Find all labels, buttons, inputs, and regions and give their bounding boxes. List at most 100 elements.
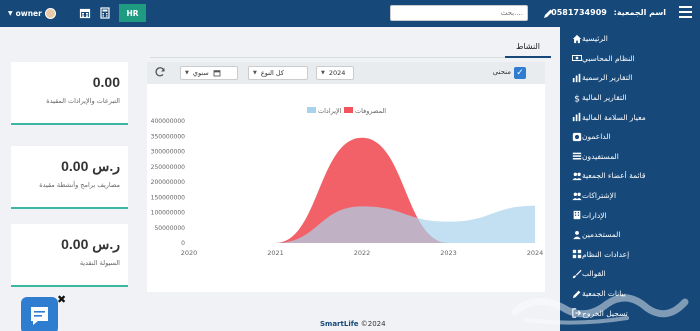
y-tick-label: 150000000 — [151, 194, 186, 201]
building-icon — [573, 210, 581, 220]
chat-widget-button[interactable] — [21, 297, 58, 331]
sidebar-item[interactable]: الإدارات — [560, 205, 700, 225]
y-tick-label: 50000000 — [154, 225, 185, 232]
dollar-icon: $ — [574, 93, 580, 103]
avatar — [44, 8, 56, 19]
sidebar-item[interactable]: الرئيسية — [560, 29, 700, 49]
y-tick-label: 100000000 — [151, 210, 186, 217]
footer: SmartLife ©2024 — [320, 320, 386, 328]
close-icon[interactable]: ✖ — [57, 293, 66, 306]
hamburger-menu-icon[interactable] — [679, 6, 692, 19]
footer-copyright: ©2024 — [360, 320, 386, 328]
sidebar-item-label: قائمة أعضاء الجمعية — [582, 171, 646, 181]
list-icon — [572, 153, 582, 160]
chevron-down-icon: ▼ — [8, 10, 13, 17]
curve-checkbox[interactable]: ✓ — [514, 67, 526, 79]
sidebar-item-label: النظام المحاسبي — [582, 53, 635, 63]
sidebar-item[interactable]: الداعمون — [560, 127, 700, 147]
active-tab-indicator — [505, 56, 551, 58]
association-phone: 0581734909 — [551, 8, 607, 17]
y-tick-label: 300000000 — [151, 149, 186, 156]
chat-icon — [31, 307, 48, 325]
stat-value: 0.00 ر.س — [61, 158, 120, 174]
sidebar-item-label: المستفيدون — [582, 151, 619, 161]
sidebar-item[interactable]: $ التقارير المالية — [560, 88, 700, 108]
search-input[interactable] — [390, 5, 528, 21]
period-value: سنوي — [192, 69, 209, 77]
stat-value: 0.00 — [92, 74, 120, 90]
legend-label: الإيرادات — [318, 107, 342, 115]
stat-card-restricted-expenses: 0.00 ر.س مصاريف برامج وأنشطة مقيدة — [11, 146, 128, 209]
stat-card-restricted-donations: 0.00 التبرعات والإيرادات المقيدة — [11, 62, 128, 125]
bar-chart-icon — [572, 113, 581, 122]
home-icon — [572, 34, 582, 43]
sidebar-item[interactable]: قائمة أعضاء الجمعية — [560, 166, 700, 186]
user-name: owner — [15, 9, 42, 18]
sidebar-item-label: التقارير المالية — [582, 93, 627, 103]
group-icon — [572, 192, 582, 200]
y-tick-label: 400000000 — [151, 118, 186, 125]
x-tick-label: 2022 — [354, 249, 371, 257]
y-tick-label: 0 — [181, 240, 185, 247]
association-info: اسم الجمعية: 0581734909 — [551, 8, 666, 17]
sidebar-item[interactable]: الإشتراكات — [560, 186, 700, 206]
stat-card-cash-liquidity: 0.00 ر.س السيولة النقدية — [11, 224, 128, 287]
stat-label: التبرعات والإيرادات المقيدة — [46, 97, 120, 105]
sidebar-item[interactable]: التقارير الرسمية — [560, 68, 700, 88]
stat-label: مصاريف برامج وأنشطة مقيدة — [39, 181, 120, 189]
sidebar-item-label: إعدادات النظام — [582, 249, 630, 259]
activity-chart: 0 50000000 100000000 150000000 200000000 2500… — [151, 107, 544, 257]
sidebar-item[interactable]: المستخدمين — [560, 225, 700, 245]
curve-label: منحنى — [492, 68, 511, 76]
sidebar-item-label: التقارير الرسمية — [582, 73, 633, 83]
type-value: كل النوع — [260, 69, 284, 77]
y-tick-label: 350000000 — [151, 133, 186, 140]
user-menu[interactable]: ▼ owner — [8, 8, 56, 19]
stat-label: السيولة النقدية — [79, 259, 120, 267]
settings-icon — [572, 250, 582, 259]
tab-activity[interactable]: النشاط — [505, 37, 551, 57]
hr-button[interactable]: HR — [119, 4, 146, 22]
sidebar-item-label: المستخدمين — [582, 230, 621, 240]
sidebar-item[interactable]: إعدادات النظام — [560, 245, 700, 265]
legend-label: المصروفات — [355, 107, 386, 115]
chart-toolbar: ▼ سنوي ▼ كل النوع ▼ 2024 منحنى ✓ — [147, 62, 545, 84]
bar-chart-icon — [572, 73, 581, 83]
y-tick-label: 250000000 — [151, 164, 186, 171]
top-bar: ▼ owner HR اسم الجمعية: 0581734909 — [0, 0, 700, 27]
support-icon — [572, 132, 582, 141]
year-select[interactable]: ▼ 2024 — [316, 66, 354, 80]
tab-divider — [150, 57, 550, 58]
sidebar-item[interactable]: معيار السلامة المالية — [560, 107, 700, 127]
sidebar-item-label: الداعمون — [582, 132, 611, 142]
users-icon — [573, 230, 581, 239]
group-icon — [572, 172, 582, 181]
sidebar-item[interactable]: النظام المحاسبي — [560, 49, 700, 69]
chevron-down-icon: ▼ — [321, 70, 325, 76]
legend-swatch — [344, 107, 353, 113]
sidebar-item-label: الإدارات — [582, 210, 607, 220]
year-value: 2024 — [328, 69, 346, 77]
calendar-icon[interactable] — [79, 7, 91, 19]
refresh-icon[interactable] — [154, 66, 166, 78]
legend-swatch — [307, 107, 316, 113]
money-icon — [572, 55, 582, 62]
footer-brand[interactable]: SmartLife — [320, 320, 359, 328]
series-area-revenues — [189, 205, 535, 243]
sidebar-item-label: الرئيسية — [582, 34, 608, 44]
sidebar-item[interactable]: القوالب — [560, 264, 700, 284]
calendar-icon — [213, 70, 221, 77]
x-tick-label: 2021 — [267, 249, 284, 257]
chevron-down-icon: ▼ — [185, 70, 189, 76]
x-tick-label: 2020 — [181, 249, 198, 257]
sidebar-item[interactable]: المستفيدون — [560, 147, 700, 167]
type-select[interactable]: ▼ كل النوع — [248, 66, 308, 80]
calculator-icon[interactable] — [99, 7, 111, 19]
x-tick-label: 2023 — [440, 249, 457, 257]
sidebar-item-label: الإشتراكات — [582, 191, 617, 201]
sidebar-item-label: القوالب — [582, 269, 606, 279]
association-label: اسم الجمعية: — [613, 8, 666, 17]
svg-text:$: $ — [574, 93, 580, 103]
period-select[interactable]: ▼ سنوي — [180, 66, 238, 80]
x-tick-label: 2024 — [527, 249, 544, 257]
